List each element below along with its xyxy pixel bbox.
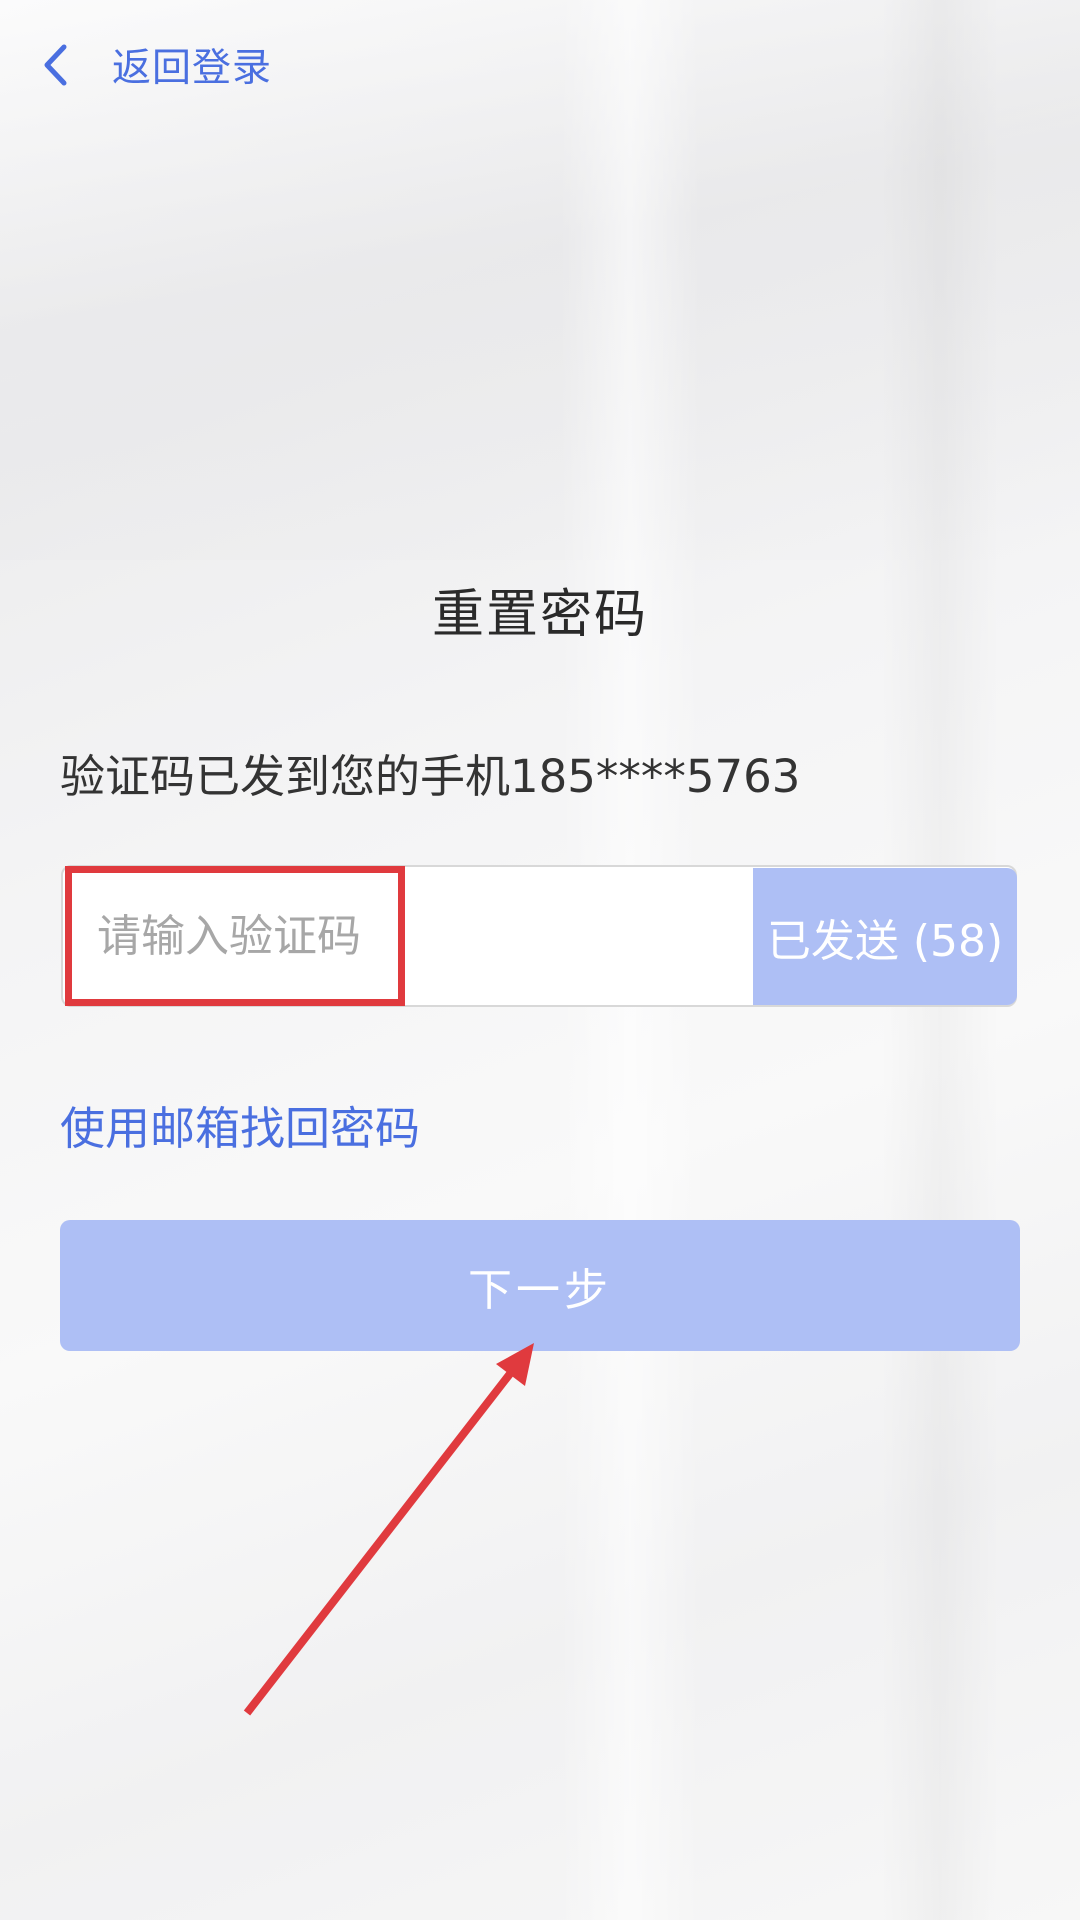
back-label: 返回登录 <box>112 46 273 91</box>
resend-code-button[interactable]: 已发送 (58) <box>753 868 1017 1005</box>
email-recovery-link[interactable]: 使用邮箱找回密码 <box>60 1092 420 1157</box>
chevron-left-icon <box>40 40 80 90</box>
page-title: 重置密码 <box>431 585 648 645</box>
verification-code-input[interactable] <box>63 867 753 1005</box>
code-sent-hint: 验证码已发到您的手机185****5763 <box>60 750 801 803</box>
back-to-login-button[interactable]: 返回登录 <box>40 30 272 100</box>
next-step-button[interactable]: 下一步 <box>60 1220 1020 1351</box>
